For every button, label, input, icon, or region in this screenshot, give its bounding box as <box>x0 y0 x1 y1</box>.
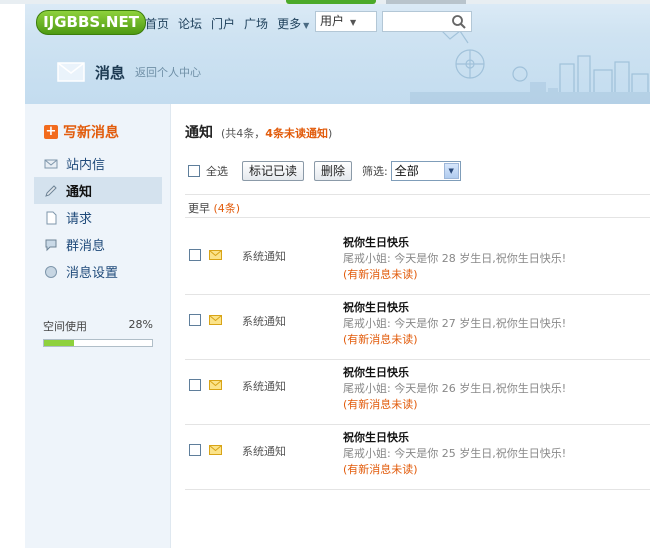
compose-button[interactable]: + 写新消息 <box>44 122 119 142</box>
nav-portal[interactable]: 门户 <box>211 15 235 32</box>
filter-value: 全部 <box>394 164 419 178</box>
chevron-down-icon: ▼ <box>303 20 310 30</box>
pencil-icon <box>45 184 57 197</box>
count-suffix: ) <box>327 127 333 140</box>
sidebar-menu: 站内信 通知 请求 群消息 消息设置 <box>34 150 162 285</box>
unread-flag[interactable]: (有新消息未读) <box>343 461 418 477</box>
filter-select[interactable]: 全部 ▼ <box>390 161 461 181</box>
divider <box>185 194 650 195</box>
sidebar: + 写新消息 站内信 通知 请求 群消息 消息设置 空间使用 28% <box>25 104 171 548</box>
sidebar-item-message-settings[interactable]: 消息设置 <box>34 258 162 285</box>
count-prefix: (共4条， <box>221 127 266 140</box>
nav-home[interactable]: 首页 <box>145 15 169 32</box>
top-nav: 首页 论坛 门户 广场 更多 ▼ <box>145 14 318 32</box>
notification-row[interactable]: 系统通知 祝你生日快乐 尾戒小姐: 今天是你 26 岁生日,祝你生日快乐! (有… <box>172 360 650 425</box>
row-checkbox[interactable] <box>189 314 201 326</box>
search-type-value: 用户 <box>320 14 345 28</box>
plus-icon: + <box>44 124 58 139</box>
storage-usage-bar <box>43 339 153 347</box>
unread-count: 4条未读通知 <box>265 127 328 140</box>
sidebar-item-group-messages[interactable]: 群消息 <box>34 231 162 258</box>
storage-usage-fill <box>44 340 75 346</box>
unread-flag[interactable]: (有新消息未读) <box>343 331 418 347</box>
notification-body: 尾戒小姐: 今天是你 26 岁生日,祝你生日快乐! <box>343 382 567 395</box>
storage-usage-label: 空间使用 <box>43 320 87 333</box>
notification-type: 系统通知 <box>242 250 286 263</box>
notification-row[interactable]: 系统通知 祝你生日快乐 尾戒小姐: 今天是你 27 岁生日,祝你生日快乐! (有… <box>172 295 650 360</box>
notification-subject[interactable]: 祝你生日快乐 <box>343 299 409 315</box>
sidebar-item-inbox[interactable]: 站内信 <box>34 150 162 177</box>
envelope-icon <box>209 315 222 325</box>
envelope-icon <box>209 380 222 390</box>
sidebar-item-label: 通知 <box>66 185 93 200</box>
row-checkbox[interactable] <box>189 444 201 456</box>
search-input[interactable] <box>382 11 472 32</box>
nav-forum[interactable]: 论坛 <box>178 15 202 32</box>
sidebar-item-label: 站内信 <box>66 158 106 173</box>
back-to-profile-link[interactable]: 返回个人中心 <box>135 64 201 80</box>
mail-icon <box>57 62 85 82</box>
delete-button[interactable]: 删除 <box>314 161 353 181</box>
nav-more[interactable]: 更多 ▼ <box>277 15 309 32</box>
notification-count: (共4条，4条未读通知) <box>221 125 332 141</box>
storage-usage: 空间使用 28% <box>43 318 153 347</box>
header: IJGBBS.NET 首页 论坛 门户 广场 更多 ▼ 用户 ▼ 消息 返回个人中心 <box>25 4 650 104</box>
notification-type: 系统通知 <box>242 315 286 328</box>
notification-row[interactable]: 系统通知 祝你生日快乐 尾戒小姐: 今天是你 25 岁生日,祝你生日快乐! (有… <box>172 425 650 490</box>
notification-subject[interactable]: 祝你生日快乐 <box>343 429 409 445</box>
notification-body: 尾戒小姐: 今天是你 28 岁生日,祝你生日快乐! <box>343 252 567 265</box>
divider <box>185 217 650 218</box>
sidebar-item-label: 请求 <box>66 212 93 227</box>
storage-usage-percent: 28% <box>128 318 153 331</box>
search-type-select[interactable]: 用户 ▼ <box>315 11 377 32</box>
select-all-checkbox[interactable] <box>188 165 200 177</box>
notification-type: 系统通知 <box>242 445 286 458</box>
unread-flag[interactable]: (有新消息未读) <box>343 396 418 412</box>
group-label: 更早 <box>188 202 210 215</box>
settings-circle-icon <box>45 265 57 278</box>
panel-title-text: 通知 <box>185 125 213 141</box>
toolbar: 全选 标记已读 删除 筛选: 全部 ▼ <box>188 160 461 182</box>
notification-body: 尾戒小姐: 今天是你 27 岁生日,祝你生日快乐! <box>343 317 567 330</box>
search-icon[interactable] <box>451 14 467 30</box>
row-divider <box>185 489 650 490</box>
envelope-icon <box>44 159 58 168</box>
group-header: 更早 (4条) <box>188 200 240 216</box>
chevron-down-icon: ▼ <box>350 18 357 27</box>
sidebar-item-label: 消息设置 <box>66 266 119 281</box>
nav-square[interactable]: 广场 <box>244 15 268 32</box>
site-logo[interactable]: IJGBBS.NET <box>36 10 146 35</box>
document-icon <box>46 211 57 224</box>
filter-label: 筛选: <box>362 165 388 178</box>
chat-icon <box>45 239 57 251</box>
sidebar-item-requests[interactable]: 请求 <box>34 204 162 231</box>
compose-label: 写新消息 <box>63 125 119 141</box>
notification-subject[interactable]: 祝你生日快乐 <box>343 234 409 250</box>
group-count: (4条) <box>213 202 241 215</box>
notifications-panel: 通知 (共4条，4条未读通知) 全选 标记已读 删除 筛选: 全部 ▼ 更早 (4… <box>172 104 650 548</box>
row-checkbox[interactable] <box>189 379 201 391</box>
notification-row[interactable]: 系统通知 祝你生日快乐 尾戒小姐: 今天是你 28 岁生日,祝你生日快乐! (有… <box>172 230 650 295</box>
nav-more-label: 更多 <box>277 16 302 31</box>
notification-subject[interactable]: 祝你生日快乐 <box>343 364 409 380</box>
notification-body: 尾戒小姐: 今天是你 25 岁生日,祝你生日快乐! <box>343 447 567 460</box>
envelope-icon <box>209 445 222 455</box>
page-header: 消息 返回个人中心 <box>57 58 201 86</box>
unread-flag[interactable]: (有新消息未读) <box>343 266 418 282</box>
mark-read-button[interactable]: 标记已读 <box>242 161 305 181</box>
chevron-down-icon: ▼ <box>443 163 459 179</box>
page-title: 消息 <box>95 63 126 82</box>
sidebar-item-label: 群消息 <box>66 239 106 254</box>
sidebar-item-notifications[interactable]: 通知 <box>34 177 162 204</box>
select-all-label[interactable]: 全选 <box>206 163 228 179</box>
row-checkbox[interactable] <box>189 249 201 261</box>
notification-type: 系统通知 <box>242 380 286 393</box>
panel-title: 通知 (共4条，4条未读通知) <box>185 122 332 142</box>
envelope-icon <box>209 250 222 260</box>
